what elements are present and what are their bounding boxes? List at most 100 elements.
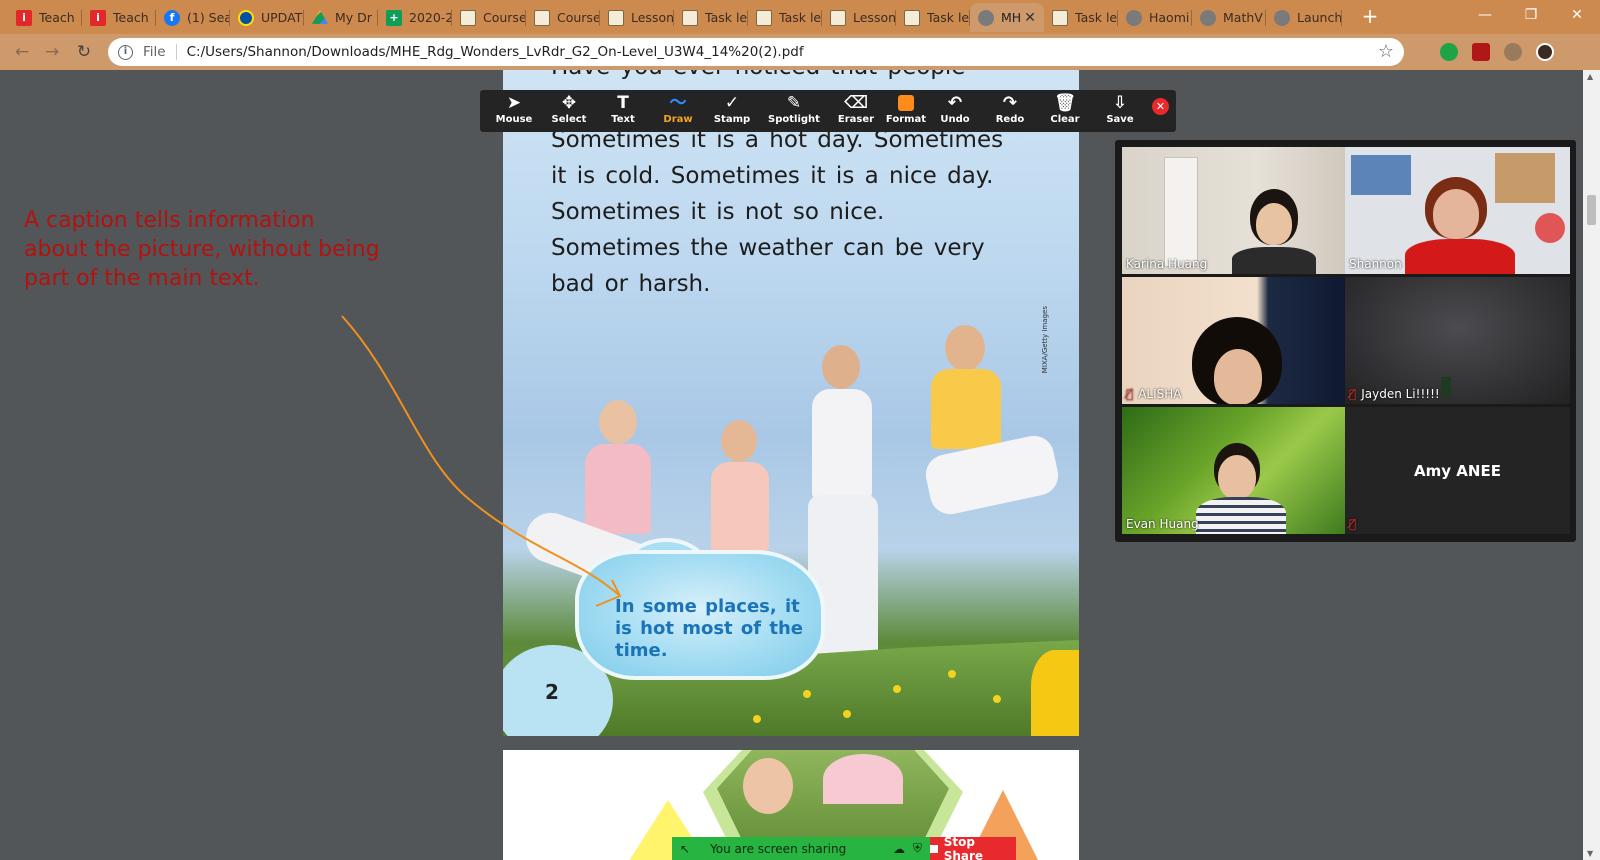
eraser-icon: ⌫: [843, 93, 869, 113]
browser-tab-active[interactable]: MH ✕: [970, 3, 1044, 32]
stop-share-button[interactable]: Stop Share: [930, 835, 1016, 860]
browser-tab[interactable]: Haomi: [1118, 3, 1192, 32]
course-icon: [534, 9, 550, 26]
address-bar[interactable]: i File C:/Users/Shannon/Downloads/MHE_Rd…: [108, 38, 1404, 66]
participant-tile[interactable]: 🎙̸ ALISHA: [1122, 277, 1347, 404]
browser-tab[interactable]: My Dr: [304, 3, 378, 32]
tool-mouse[interactable]: ➤ Mouse: [486, 92, 542, 125]
pdf-body-text: Sometimes it is a hot day. Sometimes it …: [551, 127, 1004, 297]
tool-clear[interactable]: 🗑 Clear: [1037, 92, 1093, 125]
minimize-button[interactable]: —: [1462, 0, 1508, 30]
course-icon: [830, 9, 846, 26]
video-person-body: [1232, 247, 1316, 274]
browser-tab[interactable]: MathV: [1192, 3, 1266, 32]
tool-spotlight[interactable]: ✎ Spotlight: [766, 92, 822, 125]
pdf-cut-line: Have you ever noticed that people: [551, 70, 965, 80]
bookmark-star-icon[interactable]: ☆: [1378, 41, 1394, 62]
flower: [948, 670, 956, 678]
avatar[interactable]: [1536, 43, 1554, 61]
pin-icon[interactable]: ↖: [680, 842, 690, 856]
browser-tab[interactable]: Task le: [748, 3, 822, 32]
browser-tab[interactable]: Task le: [1044, 3, 1118, 32]
new-tab-button[interactable]: +: [1356, 5, 1384, 29]
participant-tile[interactable]: 🎙̸ Jayden Li!!!!!: [1345, 277, 1570, 404]
flower: [893, 685, 901, 693]
mic-muted-icon: 🎙̸: [1349, 517, 1357, 531]
spotlight-wand-icon: ✎: [786, 93, 802, 113]
course-icon: [904, 9, 920, 26]
participant-status: 🎙̸: [1349, 517, 1361, 531]
maximize-button[interactable]: ❐: [1508, 0, 1554, 30]
extension-puzzle-icon[interactable]: [1504, 43, 1522, 61]
pdf-page: Have you ever noticed that people Someti…: [503, 70, 1079, 736]
browser-tab[interactable]: Lesson: [822, 3, 896, 32]
share-status[interactable]: ↖ You are screen sharing ☁ ⛨: [672, 837, 930, 860]
undo-icon: ↶: [947, 93, 963, 113]
page-scrollbar[interactable]: ▲ ▼: [1583, 70, 1600, 860]
tool-format[interactable]: Format: [878, 92, 934, 125]
photo-umbrella: [823, 754, 903, 804]
url-text[interactable]: C:/Users/Shannon/Downloads/MHE_Rdg_Wonde…: [187, 44, 804, 60]
browser-tab[interactable]: Course: [452, 3, 526, 32]
share-status-label: You are screen sharing: [710, 841, 847, 856]
browser-tab[interactable]: f (1) Sea: [156, 3, 230, 32]
squiggle-icon: 〜: [669, 93, 687, 113]
info-icon[interactable]: i: [118, 44, 133, 60]
tool-redo[interactable]: ↷ Redo: [982, 92, 1038, 125]
tool-undo[interactable]: ↶ Undo: [927, 92, 983, 125]
lidl-icon: [238, 9, 254, 26]
scroll-up-icon[interactable]: ▲: [1587, 72, 1593, 81]
video-person-body: [1405, 239, 1515, 274]
browser-tab[interactable]: i Teach: [8, 3, 82, 32]
participant-name-center: Amy ANEE: [1414, 461, 1501, 480]
scroll-thumb[interactable]: [1587, 195, 1596, 225]
tool-eraser[interactable]: ⌫ Eraser: [828, 92, 884, 125]
globe-icon: [1200, 9, 1216, 26]
back-button[interactable]: ←: [8, 38, 36, 66]
flower: [753, 715, 761, 723]
video-person-face: [1214, 349, 1262, 404]
close-annotation-icon[interactable]: ✕: [1152, 98, 1169, 115]
extension-green-icon[interactable]: [1440, 43, 1458, 61]
participant-name: Karina Huang: [1126, 257, 1208, 271]
mic-muted-icon: 🎙̸: [1349, 387, 1357, 401]
participant-name: 🎙̸ ALISHA: [1126, 387, 1182, 401]
browser-tab[interactable]: i Teach: [82, 3, 156, 32]
browser-tab[interactable]: Launch: [1266, 3, 1342, 32]
browser-toolbar: ← → ↻ i File C:/Users/Shannon/Downloads/…: [0, 34, 1600, 70]
browser-tab[interactable]: Task le: [674, 3, 748, 32]
download-icon: ⇩: [1112, 93, 1128, 113]
participant-tile[interactable]: Amy ANEE 🎙̸: [1345, 407, 1570, 534]
browser-tab[interactable]: +2020-2: [378, 3, 452, 32]
participant-tile[interactable]: Shannon: [1345, 147, 1570, 274]
mic-muted-icon: 🎙̸: [1126, 387, 1134, 401]
file-chip: File: [143, 44, 177, 60]
scroll-down-icon[interactable]: ▼: [1587, 849, 1593, 858]
forward-button[interactable]: →: [38, 38, 66, 66]
browser-tab[interactable]: UPDAT: [230, 3, 304, 32]
participant-name: 🎙̸ Jayden Li!!!!!: [1349, 387, 1440, 401]
browser-tab[interactable]: Course: [526, 3, 600, 32]
yellow-corner: [1031, 650, 1079, 736]
participant-tile[interactable]: Karina Huang: [1122, 147, 1347, 274]
browser-tab[interactable]: Lesson: [600, 3, 674, 32]
reload-button[interactable]: ↻: [70, 38, 98, 66]
tool-text[interactable]: T Text: [595, 92, 651, 125]
close-window-button[interactable]: ✕: [1554, 0, 1600, 30]
participant-tile[interactable]: Evan Huang: [1122, 407, 1347, 534]
photo-child-face: [743, 758, 793, 814]
tool-stamp[interactable]: ✓ Stamp: [704, 92, 760, 125]
mouse-pointer-icon: ➤: [506, 93, 522, 113]
globe-icon: [1126, 9, 1142, 26]
tool-select[interactable]: ✥ Select: [541, 92, 597, 125]
participant-name: Evan Huang: [1126, 517, 1199, 531]
ublock-icon[interactable]: [1472, 43, 1490, 61]
close-tab-icon[interactable]: ✕: [1022, 10, 1038, 26]
drive-icon: [312, 10, 328, 24]
tool-draw[interactable]: 〜 Draw: [650, 92, 706, 125]
text-icon: T: [617, 93, 629, 113]
browser-tab[interactable]: Task le: [896, 3, 970, 32]
flower: [843, 710, 851, 718]
cloud-icon: ☁: [892, 841, 905, 856]
tool-save[interactable]: ⇩ Save: [1092, 92, 1148, 125]
